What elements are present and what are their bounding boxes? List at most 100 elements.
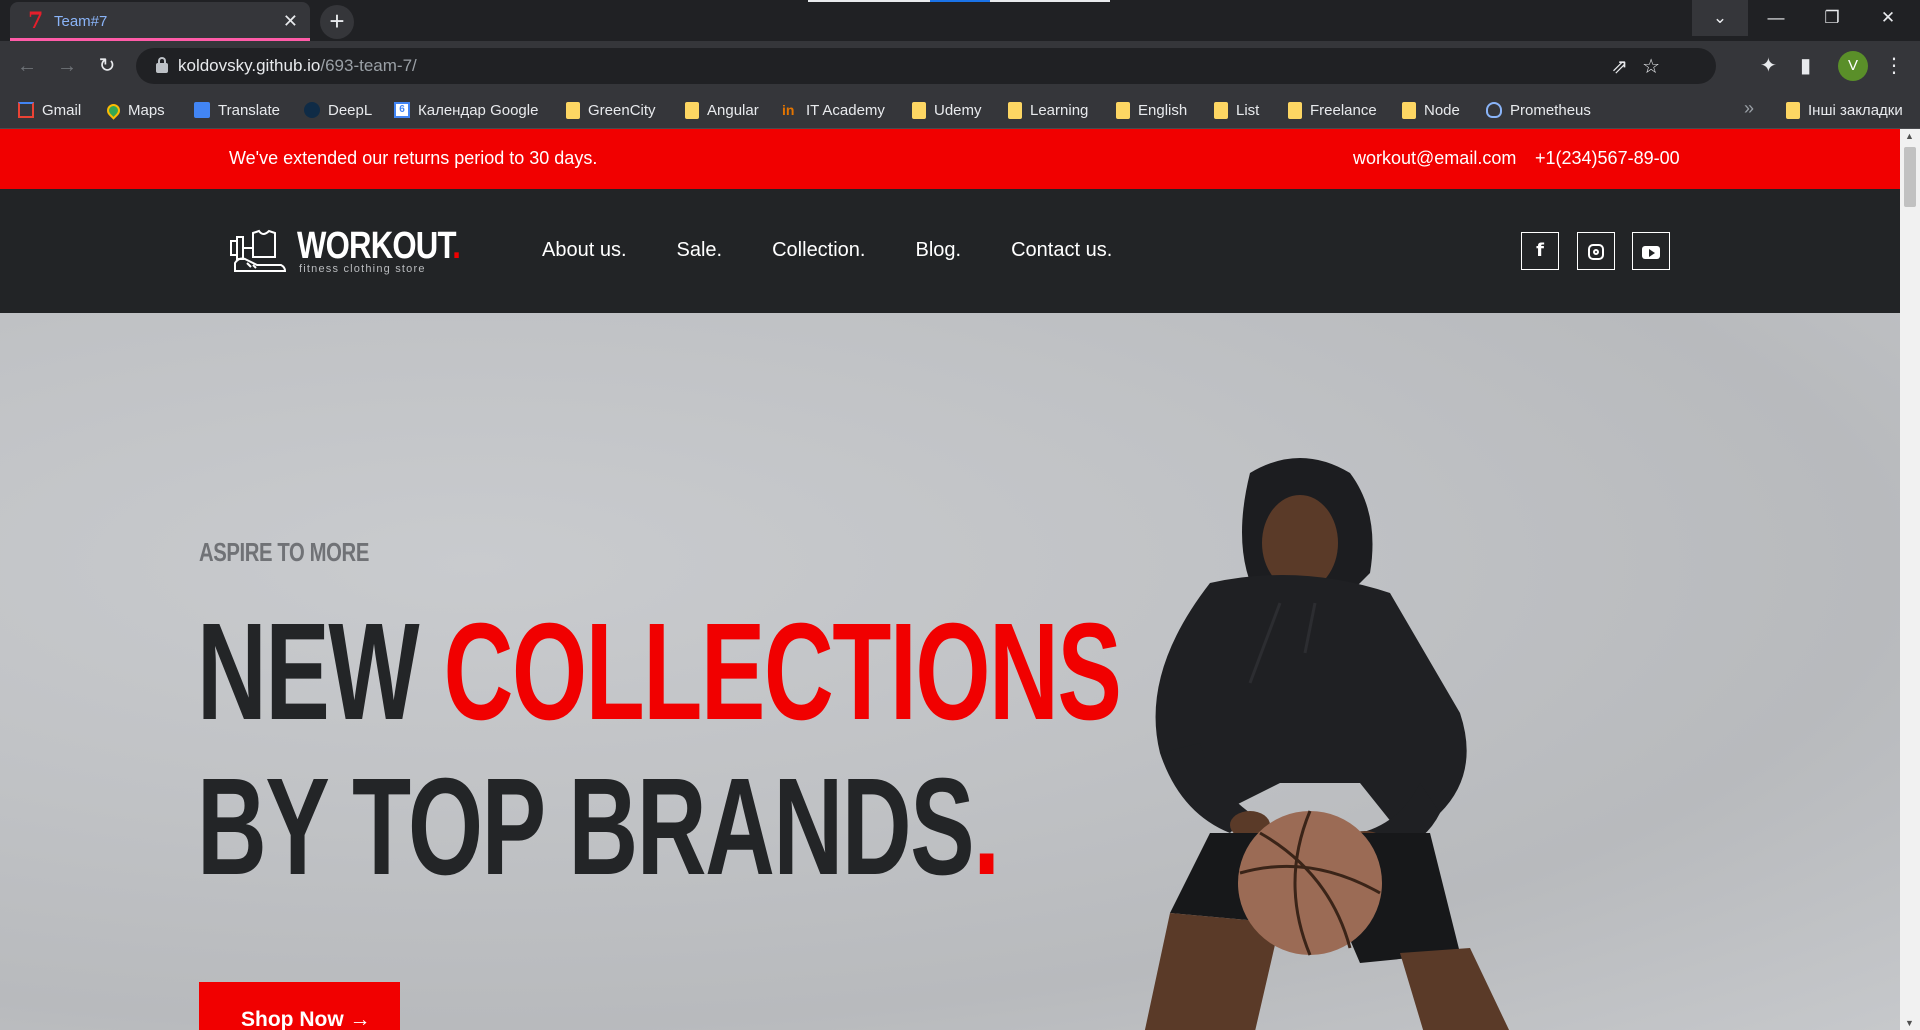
browser-tab[interactable]: 7 Team#7 ✕: [10, 2, 310, 41]
hero-heading-dark: NEW: [197, 595, 444, 749]
scroll-thumb[interactable]: [1904, 147, 1916, 207]
url-text[interactable]: koldovsky.github.io/693-team-7/: [178, 56, 417, 76]
hero-heading-line-1: NEW COLLECTIONS: [197, 603, 1122, 741]
url-host: koldovsky.github.io: [178, 56, 321, 75]
bookmark-other[interactable]: Інші закладки: [1786, 100, 1903, 120]
translate-icon: [194, 102, 210, 118]
tab-close-icon[interactable]: ✕: [283, 11, 298, 32]
dumbbell-shirt-shoe-logo-icon: [230, 229, 287, 272]
tab-search-button[interactable]: ⌄: [1692, 0, 1748, 36]
tab-favicon-icon: 7: [28, 8, 44, 34]
folder-icon: [685, 101, 699, 119]
address-bar[interactable]: koldovsky.github.io/693-team-7/ ⇗ ☆: [136, 48, 1716, 84]
calendar-icon: 6: [394, 102, 410, 118]
site-header: WORKOUT. fitness clothing store About us…: [0, 189, 1900, 313]
bookmark-label: Prometheus: [1510, 101, 1591, 119]
bookmark-udemy[interactable]: Udemy: [912, 100, 982, 120]
bookmark-english[interactable]: English: [1116, 100, 1187, 120]
url-path: /693-team-7/: [320, 56, 417, 75]
bookmark-node[interactable]: Node: [1402, 100, 1460, 120]
bookmark-label: IT Academy: [806, 101, 885, 119]
announcement-bar: We've extended our returns period to 30 …: [0, 129, 1900, 189]
nav-collection[interactable]: Collection.: [772, 239, 865, 262]
gmail-icon: [18, 102, 34, 118]
instagram-glyph: [1588, 244, 1604, 261]
youtube-icon[interactable]: [1632, 232, 1670, 270]
itacademy-icon: in: [782, 102, 795, 118]
bookmark-gmail[interactable]: Gmail: [18, 100, 81, 120]
maps-icon: [104, 100, 123, 120]
bookmark-deepl[interactable]: DeepL: [304, 100, 372, 120]
logo-dot: .: [452, 225, 461, 267]
new-tab-button[interactable]: +: [320, 5, 354, 39]
share-icon[interactable]: ⇗: [1611, 54, 1628, 79]
bookmark-angular[interactable]: Angular: [685, 100, 759, 120]
bookmark-prometheus[interactable]: Prometheus: [1486, 100, 1591, 120]
nav-sale[interactable]: Sale.: [677, 239, 723, 262]
instagram-icon[interactable]: [1577, 232, 1615, 270]
logo-word-text: WORKOUT: [297, 225, 453, 267]
main-navigation: About us. Sale. Collection. Blog. Contac…: [542, 239, 1112, 262]
shop-now-button[interactable]: Shop Now →: [199, 982, 400, 1030]
bookmark-calendar[interactable]: 6 Календар Google: [394, 100, 538, 120]
nav-blog[interactable]: Blog.: [916, 239, 962, 262]
tab-title: Team#7: [54, 13, 108, 30]
site-logo[interactable]: WORKOUT. fitness clothing store: [229, 225, 461, 277]
side-panel-icon[interactable]: ▮: [1800, 53, 1811, 78]
window-drag-indicator-accent: [930, 0, 990, 2]
bookmark-label: List: [1236, 101, 1260, 119]
bookmark-star-icon[interactable]: ☆: [1642, 54, 1660, 79]
bookmark-label: Translate: [218, 101, 280, 119]
contact-email-link[interactable]: workout@email.com: [1353, 148, 1516, 169]
bookmark-label: English: [1138, 101, 1188, 119]
extensions-icon[interactable]: ✦: [1760, 53, 1777, 78]
bookmark-label: DeepL: [328, 101, 373, 119]
browser-toolbar: ← → ↻ koldovsky.github.io/693-team-7/ ⇗ …: [0, 41, 1920, 91]
reload-button[interactable]: ↻: [94, 53, 120, 79]
bookmark-translate[interactable]: Translate: [194, 100, 280, 120]
scroll-up-arrow-icon[interactable]: ▲: [1905, 131, 1914, 141]
hero-heading-dot: .: [973, 750, 1000, 904]
bookmark-list[interactable]: List: [1214, 100, 1259, 120]
scroll-down-arrow-icon[interactable]: ▼: [1905, 1018, 1914, 1028]
folder-icon: [1008, 101, 1022, 119]
bookmark-learning[interactable]: Learning: [1008, 100, 1088, 120]
back-button[interactable]: ←: [14, 53, 40, 79]
bookmark-maps[interactable]: Maps: [104, 100, 165, 120]
prometheus-icon: [1486, 102, 1502, 118]
close-window-button[interactable]: ✕: [1860, 0, 1916, 36]
browser-menu-icon[interactable]: ⋮: [1884, 53, 1904, 78]
folder-icon: [1214, 101, 1228, 119]
bookmark-label: Інші закладки: [1808, 101, 1903, 119]
hero-heading-line-2: BY TOP BRANDS.: [197, 758, 1000, 896]
lock-icon[interactable]: [156, 57, 168, 73]
profile-avatar[interactable]: V: [1838, 51, 1868, 81]
deepl-icon: [304, 102, 320, 118]
logo-wordmark: WORKOUT.: [297, 225, 461, 268]
folder-icon: [912, 101, 926, 119]
bookmarks-bar: Gmail Maps Translate DeepL 6 Календар Goo…: [0, 91, 1920, 129]
bookmark-freelance[interactable]: Freelance: [1288, 100, 1377, 120]
minimize-button[interactable]: —: [1748, 0, 1804, 36]
restore-button[interactable]: ❐: [1804, 0, 1860, 36]
bookmarks-overflow-icon[interactable]: »: [1744, 98, 1754, 119]
bookmark-greencity[interactable]: GreenCity: [566, 100, 656, 120]
page-scrollbar[interactable]: ▲ ▼: [1900, 129, 1920, 1030]
bookmark-label: Freelance: [1310, 101, 1377, 119]
forward-button[interactable]: →: [54, 53, 80, 79]
bookmark-label: Календар Google: [418, 101, 539, 119]
announcement-message: We've extended our returns period to 30 …: [229, 148, 598, 168]
folder-icon: [1786, 101, 1800, 119]
bookmark-label: Maps: [128, 101, 165, 119]
nav-about[interactable]: About us.: [542, 239, 627, 262]
folder-icon: [566, 101, 580, 119]
bookmark-label: Gmail: [42, 101, 82, 119]
bookmark-label: GreenCity: [588, 101, 656, 119]
bookmark-it-academy[interactable]: in IT Academy: [782, 100, 885, 120]
contact-phone-link[interactable]: +1(234)567-89-00: [1535, 148, 1680, 169]
nav-contact[interactable]: Contact us.: [1011, 239, 1112, 262]
facebook-icon[interactable]: f: [1521, 232, 1559, 270]
hero-heading-red: COLLECTIONS: [443, 595, 1122, 749]
hero-eyebrow: ASPIRE TO MORE: [199, 537, 369, 567]
bookmark-label: Udemy: [934, 101, 982, 119]
